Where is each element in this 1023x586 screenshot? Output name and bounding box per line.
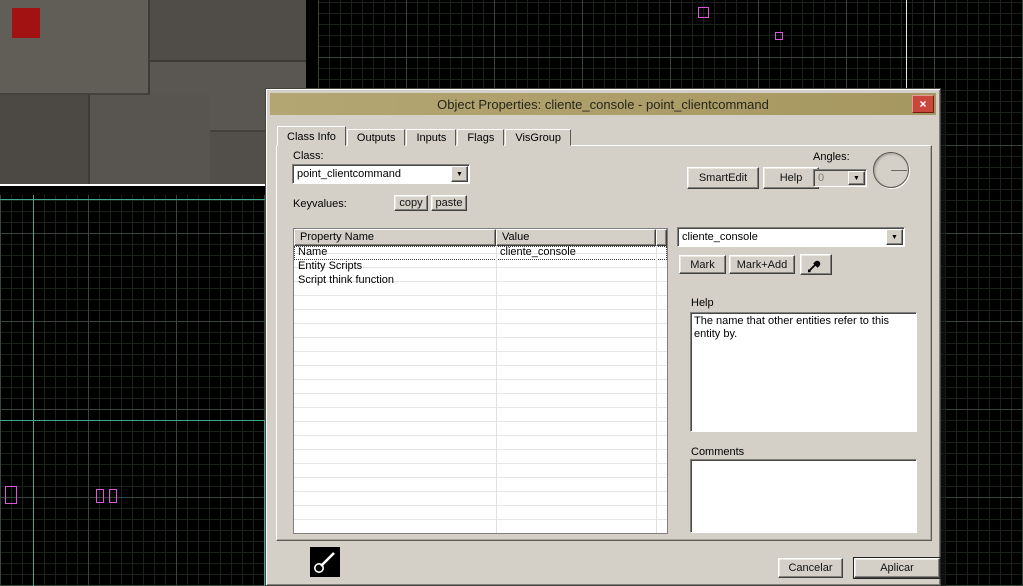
table-row[interactable]: Name cliente_console [294,246,667,260]
close-icon: × [919,97,927,111]
viewport-3d[interactable] [0,0,306,184]
paste-button[interactable]: paste [431,195,467,211]
comments-label: Comments [691,446,745,458]
class-dropdown-value: point_clientcommand [297,168,401,180]
angles-value: 0 [818,172,825,184]
wire-line [0,420,265,421]
selected-brush-marker [12,8,40,38]
class-label: Class: [293,150,324,162]
class-info-panel: Class: point_clientcommand ▼ SmartEdit H… [276,145,932,541]
angles-label: Angles: [813,151,850,163]
help-button[interactable]: Help [763,167,819,189]
property-value-cell: cliente_console [500,246,576,258]
viewport-splitter[interactable] [0,184,307,186]
selection-box [96,489,104,503]
tab-visgroup[interactable]: VisGroup [505,129,571,146]
tab-flags[interactable]: Flags [457,129,505,146]
hammer-icon [310,547,340,577]
class-dropdown[interactable]: point_clientcommand ▼ [292,164,470,184]
object-properties-dialog: Object Properties: cliente_console - poi… [265,88,941,586]
selection-box [775,32,783,40]
hammer-icon-button[interactable] [310,547,340,577]
help-text-box: The name that other entities refer to th… [690,312,917,432]
tab-outputs[interactable]: Outputs [346,129,406,146]
table-header: Property Name Value [294,229,667,246]
chevron-down-icon[interactable]: ▼ [886,229,903,245]
dialog-titlebar[interactable]: Object Properties: cliente_console - poi… [270,93,936,115]
close-button[interactable]: × [912,95,934,113]
apply-button[interactable]: Aplicar [853,557,941,579]
chevron-down-icon[interactable]: ▼ [451,166,468,182]
targetname-dropdown[interactable]: cliente_console ▼ [677,227,905,247]
property-name-cell: Script think function [298,274,394,286]
column-property-name[interactable]: Property Name [294,229,496,246]
column-divider [496,246,497,533]
keyvalues-table: Property Name Value Name cliente_console… [293,228,668,534]
hammer-editor: Object Properties: cliente_console - poi… [0,0,1023,586]
column-spacer [656,229,667,246]
keyvalues-label: Keyvalues: [293,198,347,210]
targetname-value: cliente_console [682,231,758,243]
table-row[interactable]: Entity Scripts [294,260,667,274]
texture-block [0,95,90,184]
smartedit-button[interactable]: SmartEdit [687,167,759,189]
texture-block [90,95,210,184]
table-row[interactable]: Script think function [294,274,667,288]
property-name-cell: Name [298,246,328,258]
selection-box [5,486,17,504]
tab-class-info[interactable]: Class Info [277,126,346,146]
column-divider [656,246,657,533]
selection-box [109,489,117,503]
help-section-label: Help [691,297,714,309]
column-value[interactable]: Value [496,229,656,246]
table-body: Name cliente_console Entity Scripts Scri… [294,246,667,533]
angle-dial[interactable] [873,152,909,188]
eyedropper-button[interactable] [800,254,832,275]
angles-dropdown[interactable]: 0 ▼ [813,169,867,187]
help-text: The name that other entities refer to th… [694,315,890,340]
chevron-down-icon[interactable]: ▼ [848,171,865,185]
viewport-2d-side[interactable] [0,195,310,586]
selection-box [698,7,709,18]
cancel-button[interactable]: Cancelar [778,558,843,578]
eyedropper-icon [808,260,821,272]
comments-box[interactable] [690,459,917,533]
mark-button[interactable]: Mark [679,255,726,274]
wire-line [33,195,34,586]
dialog-title: Object Properties: cliente_console - poi… [437,96,769,112]
tab-bar: Class Info Outputs Inputs Flags VisGroup [277,126,572,146]
property-name-cell: Entity Scripts [298,260,363,272]
mark-add-button[interactable]: Mark+Add [729,255,795,274]
wire-line [0,199,310,200]
texture-block [150,0,306,62]
tab-inputs[interactable]: Inputs [406,129,457,146]
copy-button[interactable]: copy [394,195,428,211]
